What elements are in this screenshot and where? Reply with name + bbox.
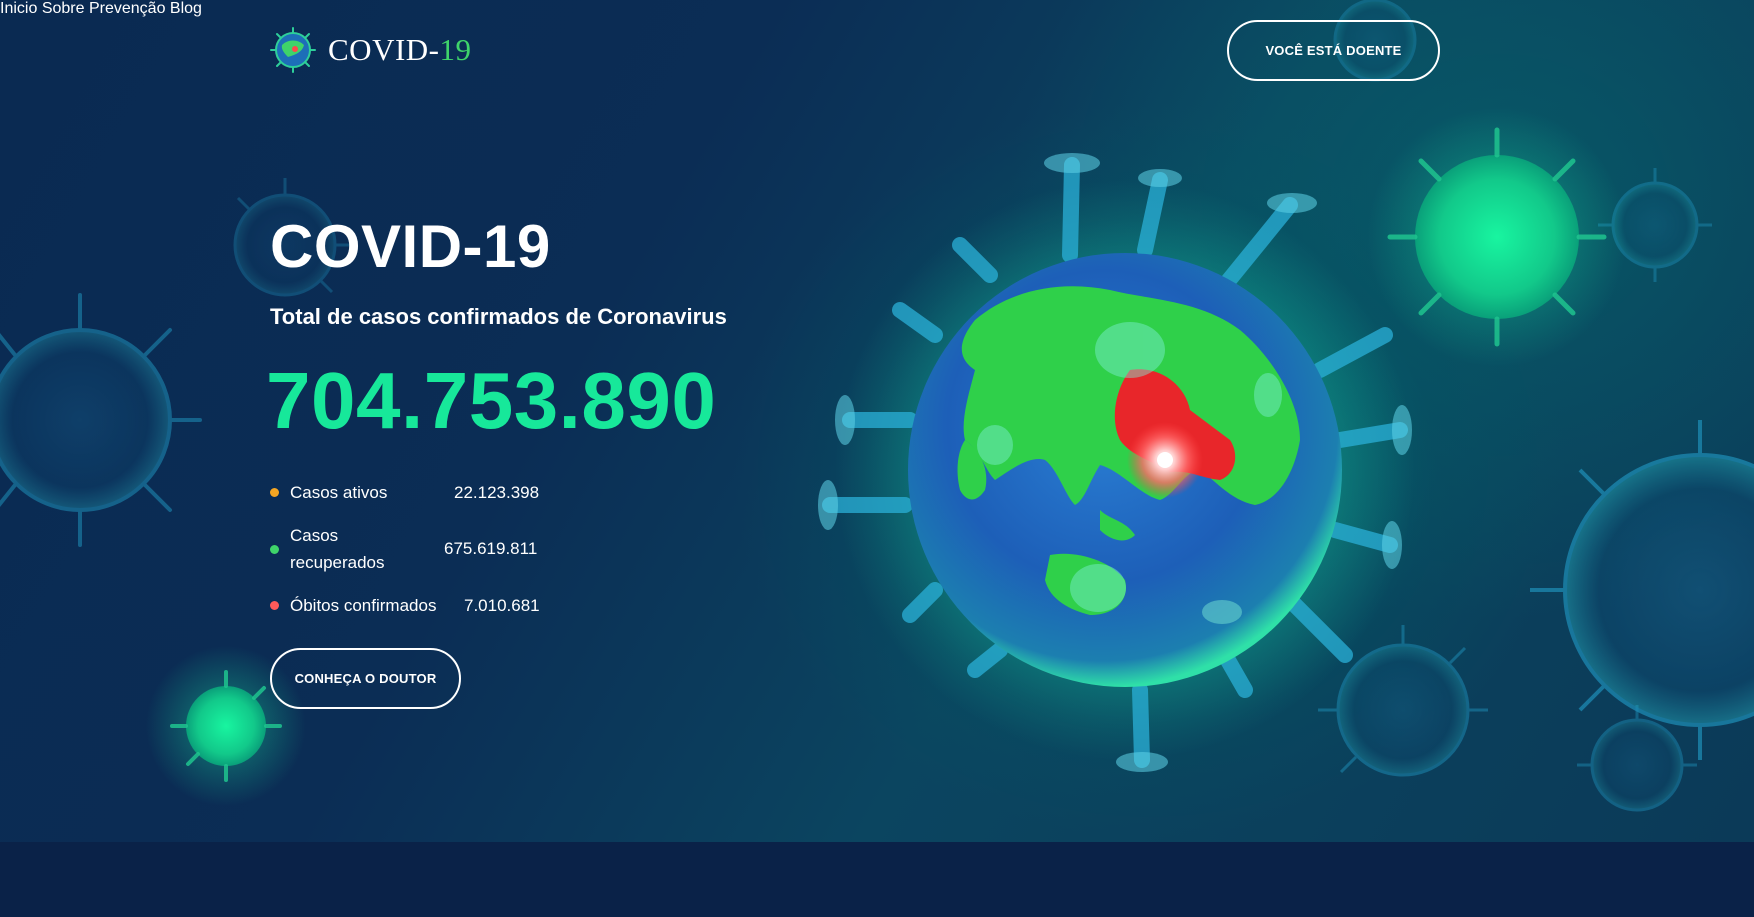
stat-label: Casos ativos — [290, 483, 388, 502]
stat-active-cases: Casos ativos 22.123.398 — [270, 479, 539, 506]
stat-label: Casos recuperados — [290, 526, 385, 572]
meet-doctor-button[interactable]: CONHEÇA O DOUTOR — [270, 648, 461, 709]
stat-value: 22.123.398 — [454, 482, 540, 502]
virus-background-illustration — [0, 0, 1754, 812]
hero-section: COVID-19 Inicio Sobre Prevenção Blog VOC… — [0, 0, 1754, 842]
stat-recovered: Casos recuperados 675.619.811 — [270, 522, 537, 576]
page-bottom-band — [0, 842, 1754, 917]
stat-label: Óbitos confirmados — [290, 596, 437, 615]
status-dot — [270, 488, 279, 497]
brand-name: COVID-19 — [328, 32, 472, 67]
page-title: COVID-19 — [270, 213, 551, 280]
status-dot — [270, 601, 279, 610]
brand-logo[interactable]: COVID-19 — [268, 25, 472, 75]
stat-deaths: Óbitos confirmados 7.010.681 — [270, 592, 540, 619]
stat-value: 675.619.811 — [444, 539, 538, 558]
sick-check-button[interactable]: VOCÊ ESTÁ DOENTE — [1227, 20, 1440, 81]
total-cases-count: 704.753.890 — [266, 356, 717, 445]
stat-value: 7.010.681 — [464, 595, 540, 615]
virus-icon — [270, 27, 316, 73]
page-subtitle: Total de casos confirmados de Coronaviru… — [270, 304, 727, 329]
status-dot — [270, 544, 279, 554]
